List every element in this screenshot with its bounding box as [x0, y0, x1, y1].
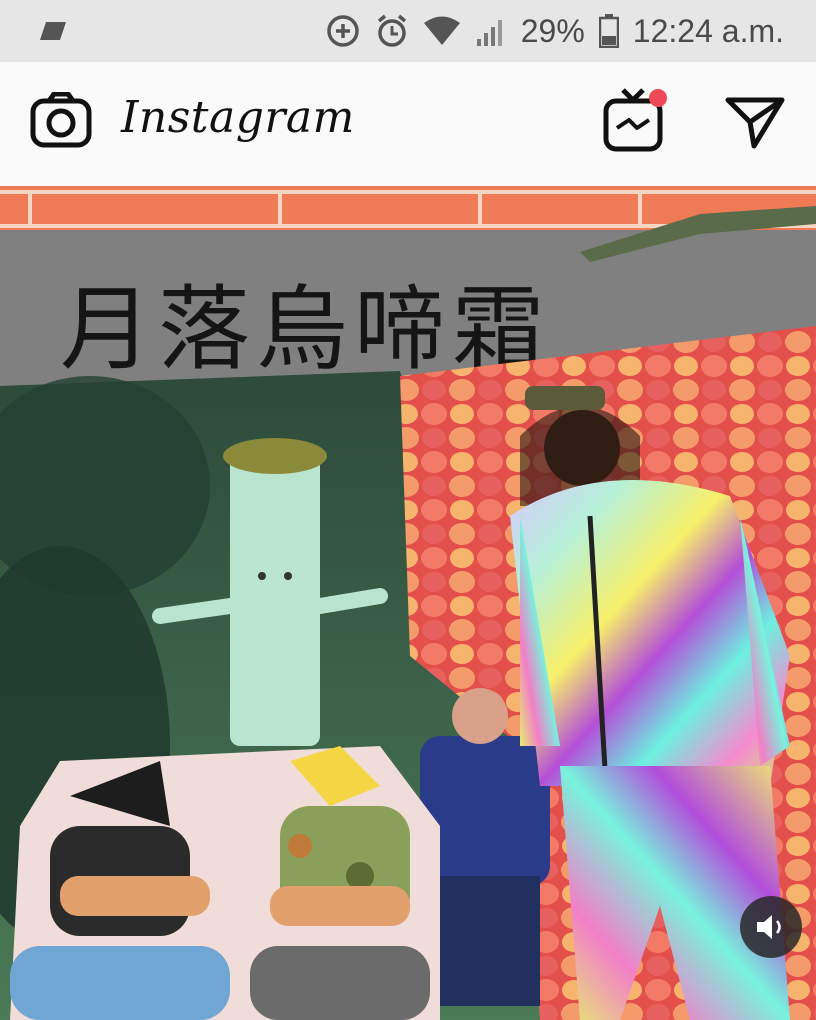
instagram-logo: Instagram: [121, 92, 355, 143]
signal-icon: [476, 20, 502, 46]
post-image[interactable]: 月落烏啼霜: [0, 186, 816, 1020]
direct-message-icon[interactable]: [724, 94, 786, 150]
data-saver-icon: [327, 15, 359, 47]
wifi-icon: [423, 16, 460, 45]
audio-toggle-button[interactable]: [740, 896, 802, 958]
status-icons: 29% 12:24 a.m.: [325, 8, 784, 54]
alarm-icon: [377, 14, 406, 47]
notification-dot: [649, 89, 667, 107]
clock: 12:24 a.m.: [632, 12, 784, 49]
collage-image: 月落烏啼霜: [0, 186, 816, 1020]
status-bar: 29% 12:24 a.m.: [0, 0, 816, 62]
igtv-icon[interactable]: [603, 86, 669, 152]
audio-mute-icon: [757, 915, 781, 939]
instagram-header: Instagram: [0, 62, 816, 187]
camera-icon[interactable]: [30, 92, 92, 148]
battery-percent: 29%: [520, 12, 585, 49]
notification-icon: [40, 22, 66, 40]
battery-icon: [598, 14, 619, 48]
